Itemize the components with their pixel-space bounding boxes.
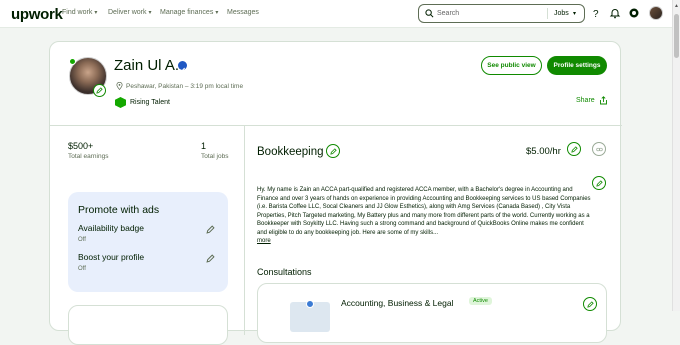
consultation-name: Accounting, Business & Legal	[341, 298, 454, 308]
share-label: Share	[576, 97, 595, 104]
nav-deliver-work-label: Deliver work	[108, 9, 147, 16]
promote-title: Promote with ads	[78, 204, 160, 216]
online-status-dot	[69, 58, 76, 65]
location-text: Peshawar, Pakistan – 3:19 pm local time	[126, 82, 244, 90]
pencil-icon	[570, 145, 578, 153]
profile-card: Zain Ul A. Peshawar, Pakistan – 3:19 pm …	[49, 41, 622, 345]
scroll-up-arrow-icon[interactable]: ▲	[674, 3, 679, 9]
top-navigation-bar: upwork Find work ▾ Deliver work ▾ Manage…	[0, 0, 672, 28]
status-badge: Active	[469, 297, 492, 305]
rising-talent-icon	[115, 97, 126, 108]
column-divider	[244, 125, 245, 335]
profile-location: Peshawar, Pakistan – 3:19 pm local time	[116, 82, 243, 90]
pencil-icon	[595, 179, 603, 187]
consultant-avatar	[306, 300, 314, 308]
total-jobs-value: 1	[201, 141, 207, 151]
edit-bio-button[interactable]	[592, 176, 606, 190]
edit-availability-badge-pencil-icon[interactable]	[206, 225, 215, 234]
link-icon	[595, 147, 603, 151]
nav-messages[interactable]: Messages	[227, 9, 259, 16]
edit-rate-button[interactable]	[567, 142, 581, 156]
edit-boost-profile-pencil-icon[interactable]	[206, 254, 215, 263]
edit-consultation-button[interactable]	[583, 297, 597, 311]
upwork-logo[interactable]: upwork	[11, 6, 63, 23]
chevron-down-icon: ▾	[148, 10, 152, 16]
profile-overview: Hy. My name is Zain an ACCA part-qualifi…	[257, 187, 591, 236]
location-pin-icon	[116, 82, 123, 90]
search-icon	[425, 9, 434, 18]
chevron-down-icon[interactable]: ▾	[573, 10, 576, 17]
specialty-title: Bookkeeping	[257, 146, 324, 158]
rising-talent-label: Rising Talent	[130, 99, 170, 106]
pencil-icon	[586, 300, 594, 308]
chevron-down-icon: ▾	[215, 10, 219, 16]
boost-profile-label: Boost your profile	[78, 252, 145, 262]
nav-find-work[interactable]: Find work ▾	[62, 9, 97, 16]
svg-text:?: ?	[593, 9, 599, 19]
edit-photo-button[interactable]	[93, 84, 106, 97]
share-button[interactable]: Share	[576, 96, 608, 105]
avatar[interactable]	[649, 6, 663, 20]
more-link[interactable]: more	[257, 238, 271, 244]
chevron-down-icon: ▾	[94, 10, 98, 16]
search-input[interactable]: Search	[437, 10, 459, 17]
nav-manage-finances[interactable]: Manage finances ▾	[160, 9, 218, 16]
total-earnings-value: $500+	[68, 141, 94, 151]
profile-name: Zain Ul A.	[114, 57, 180, 74]
total-earnings-label: Total earnings	[68, 153, 109, 160]
bell-icon[interactable]	[609, 7, 621, 19]
total-jobs-label: Total jobs	[201, 153, 229, 160]
consultations-heading: Consultations	[257, 267, 312, 277]
availability-badge-status: Off	[78, 237, 86, 243]
nav-deliver-work[interactable]: Deliver work ▾	[108, 9, 152, 16]
availability-badge-label: Availability badge	[78, 223, 144, 233]
nav-messages-label: Messages	[227, 9, 259, 16]
page-scrollbar[interactable]: ▲	[672, 0, 680, 311]
verified-badge-icon	[178, 61, 187, 72]
search-divider	[547, 8, 548, 19]
rising-talent-badge: Rising Talent	[115, 97, 170, 108]
boost-profile-status: Off	[78, 266, 86, 272]
scrollbar-thumb[interactable]	[674, 14, 679, 58]
consultation-thumbnail	[290, 300, 330, 332]
search-bar[interactable]: Search Jobs ▾	[418, 4, 585, 23]
consultation-card[interactable]: Accounting, Business & Legal Active	[257, 283, 607, 343]
profile-settings-button[interactable]: Profile settings	[547, 56, 607, 75]
divider	[50, 125, 622, 126]
question-icon[interactable]: ?	[590, 7, 602, 19]
pencil-icon	[329, 147, 337, 155]
search-scope-select[interactable]: Jobs	[554, 10, 569, 17]
link-button[interactable]	[592, 142, 606, 156]
settings-icon[interactable]	[628, 7, 640, 19]
promote-with-ads-panel: Promote with ads Availability badge Off …	[68, 192, 228, 292]
nav-manage-finances-label: Manage finances	[160, 9, 214, 16]
edit-title-button[interactable]	[326, 144, 340, 158]
secondary-panel	[68, 305, 228, 345]
nav-find-work-label: Find work	[62, 9, 93, 16]
share-icon	[599, 96, 607, 105]
pencil-icon	[96, 87, 103, 94]
see-public-view-button[interactable]: See public view	[481, 56, 542, 75]
hourly-rate: $5.00/hr	[526, 146, 561, 157]
